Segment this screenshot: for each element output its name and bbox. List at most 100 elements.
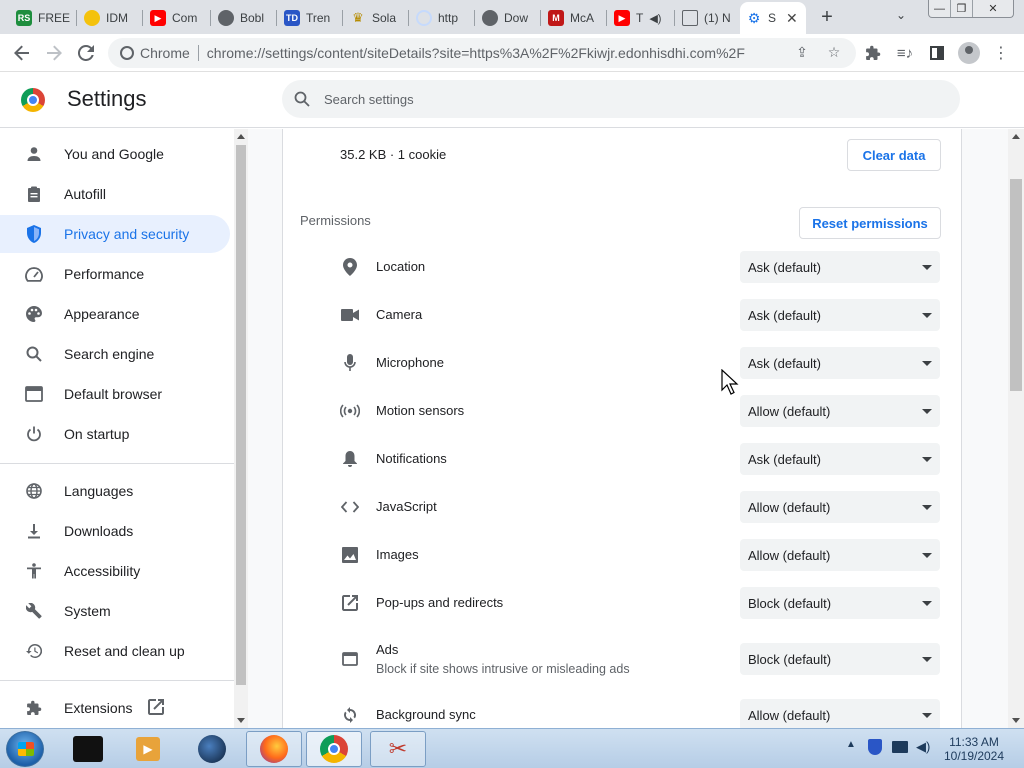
scroll-up-arrow-icon[interactable]	[1012, 134, 1020, 139]
menu-kebab-icon[interactable]: ⋮	[990, 42, 1012, 64]
code-icon	[340, 497, 360, 517]
shield-tray-icon[interactable]	[868, 739, 882, 755]
share-icon[interactable]: ⇪	[792, 42, 812, 62]
permission-row-images: Images Allow (default)	[340, 533, 940, 577]
site-chip[interactable]: Chrome	[120, 45, 190, 61]
settings-search-input[interactable]: Search settings	[282, 80, 960, 118]
scrollbar-thumb[interactable]	[236, 145, 246, 685]
tab[interactable]: ♛ Sola	[344, 4, 406, 32]
permissions-section-title: Permissions	[300, 213, 371, 228]
tab-strip: RS FREE IDM ▶ Com Bobl TD Tren ♛ Sola ht…	[0, 0, 1024, 34]
sidebar-item-autofill[interactable]: Autofill	[0, 175, 230, 213]
tab[interactable]: M McA	[542, 4, 604, 32]
tray-expand-icon[interactable]: ▲	[846, 739, 856, 750]
minimize-icon[interactable]: —	[929, 0, 951, 17]
tab-separator	[342, 10, 343, 26]
speaker-icon[interactable]: ◀)	[649, 12, 661, 25]
tab-settings-active[interactable]: ⚙ S ✕	[740, 2, 806, 34]
bookmark-star-icon[interactable]: ☆	[824, 42, 844, 62]
select-value: Allow (default)	[748, 499, 831, 515]
person-icon	[24, 144, 44, 164]
close-window-icon[interactable]: ✕	[973, 0, 1013, 17]
taskbar-app-firefox[interactable]	[246, 731, 302, 767]
taskbar-clock[interactable]: 11:33 AM 10/19/2024	[936, 735, 1012, 763]
sidebar-item-extensions[interactable]: Extensions	[0, 689, 230, 727]
reset-permissions-button[interactable]: Reset permissions	[799, 207, 941, 239]
taskbar-app-chrome[interactable]	[306, 731, 362, 767]
tab-label: Sola	[372, 11, 397, 25]
permission-label: Location	[376, 259, 426, 274]
new-tab-button[interactable]: +	[816, 6, 838, 28]
javascript-permission-select[interactable]: Allow (default)	[740, 491, 940, 523]
select-value: Block (default)	[748, 595, 832, 611]
scrollbar-thumb[interactable]	[1010, 179, 1022, 391]
sidebar-item-search-engine[interactable]: Search engine	[0, 335, 230, 373]
tab-label: (1) N	[704, 11, 731, 25]
ads-permission-select[interactable]: Block (default)	[740, 643, 940, 675]
images-permission-select[interactable]: Allow (default)	[740, 539, 940, 571]
close-tab-icon[interactable]: ✕	[786, 10, 798, 27]
sidebar-item-downloads[interactable]: Downloads	[0, 512, 230, 550]
notifications-permission-select[interactable]: Ask (default)	[740, 443, 940, 475]
background-sync-permission-select[interactable]: Allow (default)	[740, 699, 940, 731]
media-player-icon: ▶	[136, 737, 160, 761]
location-permission-select[interactable]: Ask (default)	[740, 251, 940, 283]
forward-button[interactable]	[42, 41, 66, 65]
tab-separator	[474, 10, 475, 26]
sidebar-item-languages[interactable]: Languages	[0, 472, 230, 510]
sidebar-scrollbar[interactable]	[234, 129, 248, 728]
tab[interactable]: ▶ Com	[144, 4, 208, 32]
sidebar-item-you-and-google[interactable]: You and Google	[0, 135, 230, 173]
taskbar-app-snipping[interactable]: ✂	[370, 731, 426, 767]
taskbar-app[interactable]	[184, 731, 240, 767]
sidebar-item-performance[interactable]: Performance	[0, 255, 230, 293]
tab[interactable]: (1) N	[676, 4, 738, 32]
side-panel-icon[interactable]	[926, 42, 948, 64]
scroll-down-arrow-icon[interactable]	[237, 718, 245, 723]
taskbar-app[interactable]	[60, 731, 116, 767]
extensions-puzzle-icon[interactable]	[862, 42, 884, 64]
motion-sensors-permission-select[interactable]: Allow (default)	[740, 395, 940, 427]
address-bar[interactable]: Chrome chrome://settings/content/siteDet…	[108, 38, 856, 68]
bell-icon	[340, 449, 360, 469]
tab[interactable]: http	[410, 4, 472, 32]
clear-data-button[interactable]: Clear data	[847, 139, 941, 171]
tab-search-chevron-icon[interactable]: ⌄	[896, 8, 906, 22]
tab[interactable]: IDM	[78, 4, 140, 32]
scroll-down-arrow-icon[interactable]	[1012, 718, 1020, 723]
microphone-permission-select[interactable]: Ask (default)	[740, 347, 940, 379]
sidebar-item-accessibility[interactable]: Accessibility	[0, 552, 230, 590]
dropdown-caret-icon	[922, 409, 932, 414]
tab[interactable]: ▶ T ◀)	[608, 4, 672, 32]
popups-permission-select[interactable]: Block (default)	[740, 587, 940, 619]
tab[interactable]: Dow	[476, 4, 538, 32]
sidebar-item-privacy-and-security[interactable]: Privacy and security	[0, 215, 230, 253]
reload-button[interactable]	[74, 41, 98, 65]
chrome-icon	[320, 735, 348, 763]
tab[interactable]: Bobl	[212, 4, 274, 32]
sidebar-item-system[interactable]: System	[0, 592, 230, 630]
sidebar-item-default-browser[interactable]: Default browser	[0, 375, 230, 413]
taskbar-app[interactable]: ▶	[120, 731, 176, 767]
volume-tray-icon[interactable]: ◀)	[916, 739, 930, 755]
restore-icon[interactable]: ❐	[951, 0, 973, 17]
sidebar-item-on-startup[interactable]: On startup	[0, 415, 230, 453]
sidebar-item-reset-and-clean-up[interactable]: Reset and clean up	[0, 632, 230, 670]
start-button[interactable]	[6, 731, 44, 767]
terminal-app-icon	[73, 736, 103, 762]
gauge-icon	[24, 264, 44, 284]
media-queue-icon[interactable]: ≡♪	[894, 42, 916, 64]
back-button[interactable]	[10, 41, 34, 65]
omnibox-divider	[197, 45, 199, 61]
profile-avatar[interactable]	[958, 42, 980, 64]
network-tray-icon[interactable]	[892, 739, 908, 753]
mcafee-icon: M	[548, 10, 564, 26]
sync-icon	[340, 705, 360, 725]
clock-date: 10/19/2024	[943, 749, 1005, 763]
content-scrollbar[interactable]	[1008, 129, 1024, 728]
camera-permission-select[interactable]: Ask (default)	[740, 299, 940, 331]
sidebar-item-appearance[interactable]: Appearance	[0, 295, 230, 333]
tab[interactable]: RS FREE	[10, 4, 74, 32]
tab[interactable]: TD Tren	[278, 4, 340, 32]
scroll-up-arrow-icon[interactable]	[237, 134, 245, 139]
